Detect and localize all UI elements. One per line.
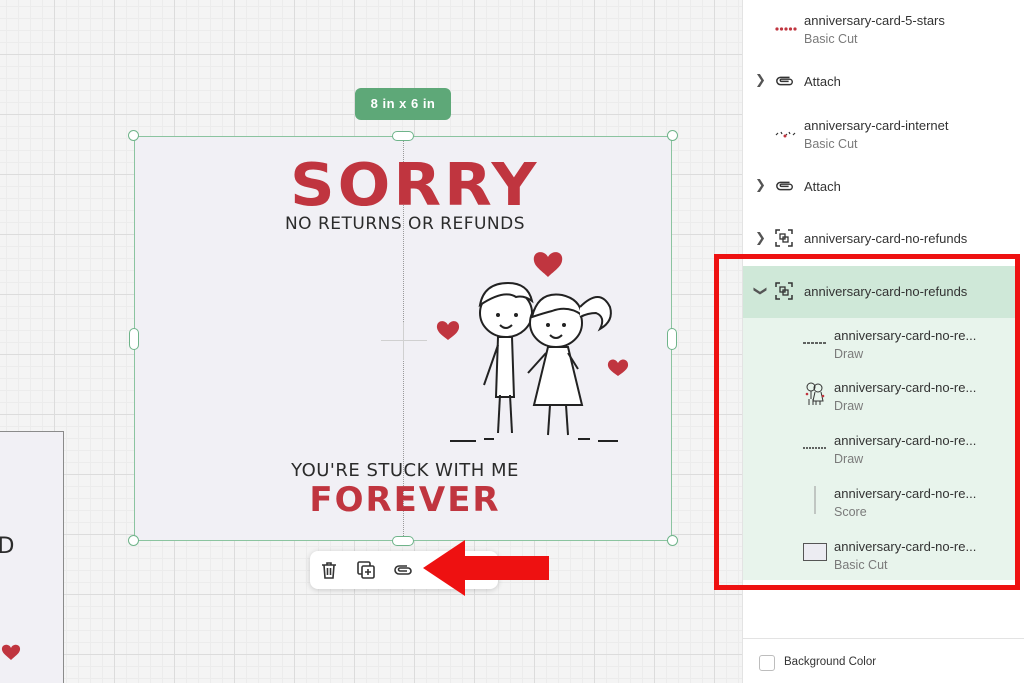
layer-name: anniversary-card-no-re... (834, 433, 977, 448)
layer-type: Draw (834, 399, 864, 413)
center-crosshair (403, 322, 404, 360)
chevron-down-icon[interactable]: ❯ (752, 286, 768, 297)
group-icon (775, 282, 793, 300)
resize-handle-bottom-right[interactable] (667, 535, 678, 546)
layer-child-item[interactable]: anniversary-card-no-re... Score (743, 482, 1024, 526)
layers-panel: anniversary-card-5-stars Basic Cut ❯ Att… (742, 0, 1024, 683)
card-title: SORRY (290, 149, 540, 220)
paperclip-icon (776, 76, 793, 86)
layer-name: anniversary-card-internet (804, 118, 949, 133)
layer-type: Score (834, 505, 867, 519)
layer-type: Draw (834, 452, 864, 466)
layer-item[interactable]: ❯ anniversary-card-no-refunds (743, 223, 1024, 253)
couple-thumbnail (805, 382, 825, 405)
chevron-right-icon[interactable]: ❯ (755, 230, 766, 246)
text-lines-thumbnail (803, 342, 827, 344)
card-subtitle: NO RETURNS OR REFUNDS (284, 214, 526, 234)
background-color-label: Background Color (784, 656, 877, 668)
layer-name: anniversary-card-no-re... (834, 328, 977, 343)
layer-item[interactable]: anniversary-card-5-stars Basic Cut (743, 8, 1024, 52)
resize-handle-bottom[interactable] (392, 536, 414, 546)
resize-handle-bottom-left[interactable] (128, 535, 139, 546)
card-line-1: YOU'RE STUCK WITH ME (291, 460, 519, 481)
center-crosshair (381, 340, 427, 341)
layer-item[interactable]: ❯ Attach (743, 66, 1024, 96)
score-line-thumbnail (814, 486, 816, 514)
layer-name: anniversary-card-no-re... (834, 486, 977, 501)
panel-divider (743, 638, 1024, 639)
layer-item[interactable]: anniversary-card-internet Basic Cut (743, 113, 1024, 157)
layer-type: Basic Cut (804, 137, 858, 151)
red-arrow-annotation (423, 540, 549, 596)
layer-name: anniversary-card-5-stars (804, 13, 945, 28)
duplicate-icon[interactable] (355, 559, 377, 581)
layer-name: anniversary-card-no-refunds (804, 231, 968, 246)
layer-child-item[interactable]: anniversary-card-no-re... Draw (743, 376, 1024, 420)
chevron-right-icon[interactable]: ❯ (755, 177, 766, 193)
stars-thumbnail (775, 27, 797, 31)
resize-handle-top-right[interactable] (667, 130, 678, 141)
layer-type: Basic Cut (804, 32, 858, 46)
layer-name: Attach (804, 74, 841, 89)
internet-thumbnail (775, 131, 796, 138)
layer-child-item[interactable]: anniversary-card-no-re... Draw (743, 429, 1024, 473)
couple-illustration (436, 252, 629, 442)
layer-name: anniversary-card-no-refunds (804, 284, 968, 299)
rectangle-thumbnail (803, 543, 827, 561)
resize-handle-left[interactable] (129, 328, 139, 350)
layer-name: anniversary-card-no-re... (834, 539, 977, 554)
layer-name: Attach (804, 179, 841, 194)
paperclip-icon[interactable] (392, 559, 414, 581)
layer-type: Basic Cut (834, 558, 888, 572)
background-color-checkbox[interactable] (759, 655, 775, 671)
resize-handle-top[interactable] (392, 131, 414, 141)
trash-icon[interactable] (318, 559, 340, 581)
layer-item[interactable]: ❯ Attach (743, 171, 1024, 201)
left-card-preview[interactable]: ST UND T (0, 431, 64, 683)
resize-handle-top-left[interactable] (128, 130, 139, 141)
text-lines-thumbnail (803, 447, 827, 449)
layer-name: anniversary-card-no-re... (834, 380, 977, 395)
resize-handle-right[interactable] (667, 328, 677, 350)
card-line-2: FOREVER (309, 480, 501, 520)
heart-icon (1, 644, 21, 660)
group-icon (775, 229, 793, 247)
layer-group-children: anniversary-card-no-re... Draw anniversa… (743, 318, 1015, 580)
layer-child-item[interactable]: anniversary-card-no-re... Basic Cut (743, 535, 1024, 579)
layer-type: Draw (834, 347, 864, 361)
left-card-text: UND (0, 534, 16, 559)
layer-group-selected[interactable]: ❯ anniversary-card-no-refunds (743, 266, 1015, 318)
size-badge: 8 in x 6 in (355, 88, 451, 120)
layer-child-item[interactable]: anniversary-card-no-re... Draw (743, 324, 1024, 368)
paperclip-icon (776, 181, 793, 191)
chevron-right-icon[interactable]: ❯ (755, 72, 766, 88)
